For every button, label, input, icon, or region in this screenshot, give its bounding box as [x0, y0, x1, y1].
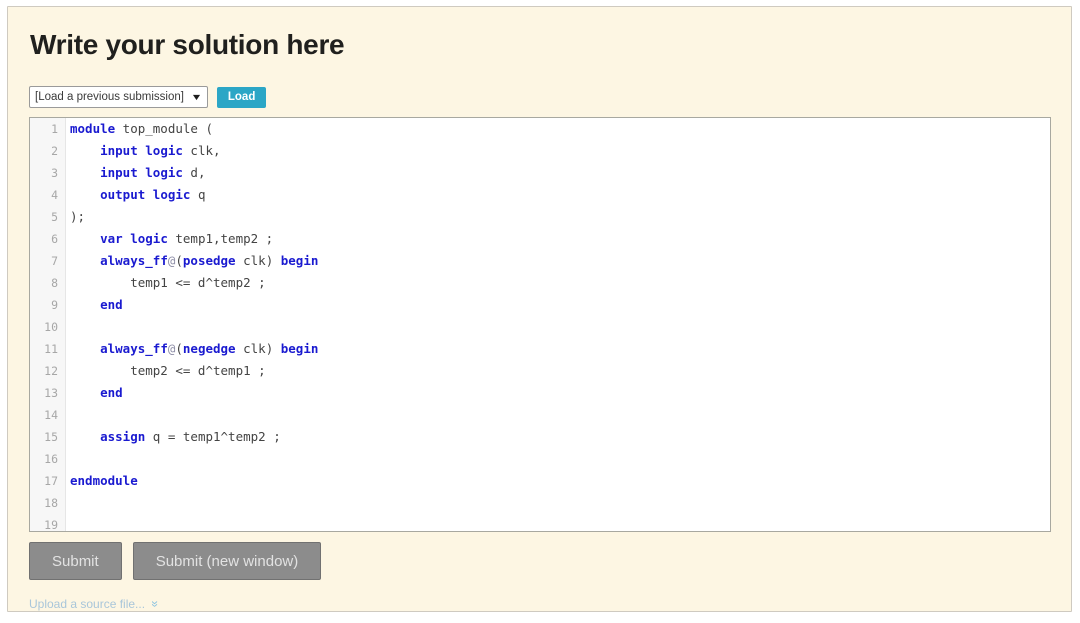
code-line: 2 input logic clk, — [30, 140, 1050, 162]
line-number: 5 — [51, 210, 58, 224]
upload-source-file-link[interactable]: Upload a source file... » — [29, 597, 164, 611]
submit-new-window-button[interactable]: Submit (new window) — [132, 542, 322, 580]
page-title: Write your solution here — [30, 29, 345, 60]
load-button[interactable]: Load — [216, 86, 267, 108]
line-number: 9 — [51, 298, 58, 312]
code-line: 3 input logic d, — [30, 162, 1050, 184]
line-number: 13 — [44, 386, 58, 400]
code-text: end — [100, 385, 123, 400]
code-text: input logic d, — [100, 165, 206, 180]
load-submission-row: [Load a previous submission] ▼ Load — [29, 85, 267, 109]
line-number: 15 — [44, 430, 58, 444]
code-text: var logic temp1,temp2 ; — [100, 231, 274, 246]
previous-submission-select-value: [Load a previous submission] — [35, 91, 184, 103]
code-text: temp2 <= d^temp1 ; — [70, 363, 266, 378]
line-number: 3 — [51, 166, 58, 180]
code-line: 13 end — [30, 382, 1050, 404]
line-number: 11 — [44, 342, 58, 356]
code-line: 10 — [30, 316, 1050, 338]
code-line: 1 module top_module ( — [30, 118, 1050, 140]
previous-submission-select[interactable]: [Load a previous submission] ▼ — [29, 86, 208, 108]
code-lines-container: 1 module top_module (2 input logic clk, 3 … — [30, 118, 1050, 532]
line-number: 4 — [51, 188, 58, 202]
line-number: 16 — [44, 452, 58, 466]
code-line: 7 always_ff@(posedge clk) begin — [30, 250, 1050, 272]
code-text: assign q = temp1^temp2 ; — [100, 429, 281, 444]
line-number: 14 — [44, 408, 58, 422]
double-chevron-down-icon: » — [147, 600, 164, 608]
line-number: 2 — [51, 144, 58, 158]
line-number: 12 — [44, 364, 58, 378]
chevron-down-icon: ▼ — [190, 91, 203, 102]
code-line: 19 — [30, 514, 1050, 532]
line-number: 10 — [44, 320, 58, 334]
line-number: 19 — [44, 518, 58, 532]
code-text: input logic clk, — [100, 143, 221, 158]
code-line: 18 — [30, 492, 1050, 514]
code-text: endmodule — [70, 473, 138, 488]
code-line: 11 always_ff@(negedge clk) begin — [30, 338, 1050, 360]
code-line: 5); — [30, 206, 1050, 228]
code-line: 17 endmodule — [30, 470, 1050, 492]
code-line: 12 temp2 <= d^temp1 ; — [30, 360, 1050, 382]
line-number: 8 — [51, 276, 58, 290]
code-line: 15 assign q = temp1^temp2 ; — [30, 426, 1050, 448]
code-text: end — [100, 297, 123, 312]
code-text: always_ff@(posedge clk) begin — [100, 253, 319, 268]
code-text: always_ff@(negedge clk) begin — [100, 341, 319, 356]
line-number: 17 — [44, 474, 58, 488]
line-number: 6 — [51, 232, 58, 246]
code-line: 8 temp1 <= d^temp2 ; — [30, 272, 1050, 294]
code-text: output logic q — [100, 187, 206, 202]
code-line: 16 — [30, 448, 1050, 470]
code-line: 6 var logic temp1,temp2 ; — [30, 228, 1050, 250]
solution-panel: Write your solution here [Load a previou… — [7, 6, 1072, 612]
submit-button[interactable]: Submit — [29, 542, 122, 580]
code-line: 9 end — [30, 294, 1050, 316]
code-line: 14 — [30, 404, 1050, 426]
line-number: 7 — [51, 254, 58, 268]
code-editor[interactable]: 1 module top_module (2 input logic clk, 3 … — [29, 117, 1051, 532]
code-text: temp1 <= d^temp2 ; — [70, 275, 266, 290]
submit-button-row: Submit Submit (new window) — [29, 542, 322, 580]
upload-source-file-label: Upload a source file... — [29, 597, 146, 611]
code-line: 4 output logic q — [30, 184, 1050, 206]
line-number: 18 — [44, 496, 58, 510]
line-number: 1 — [51, 122, 58, 136]
code-text: module top_module ( — [70, 121, 213, 136]
code-text: ); — [70, 209, 86, 224]
